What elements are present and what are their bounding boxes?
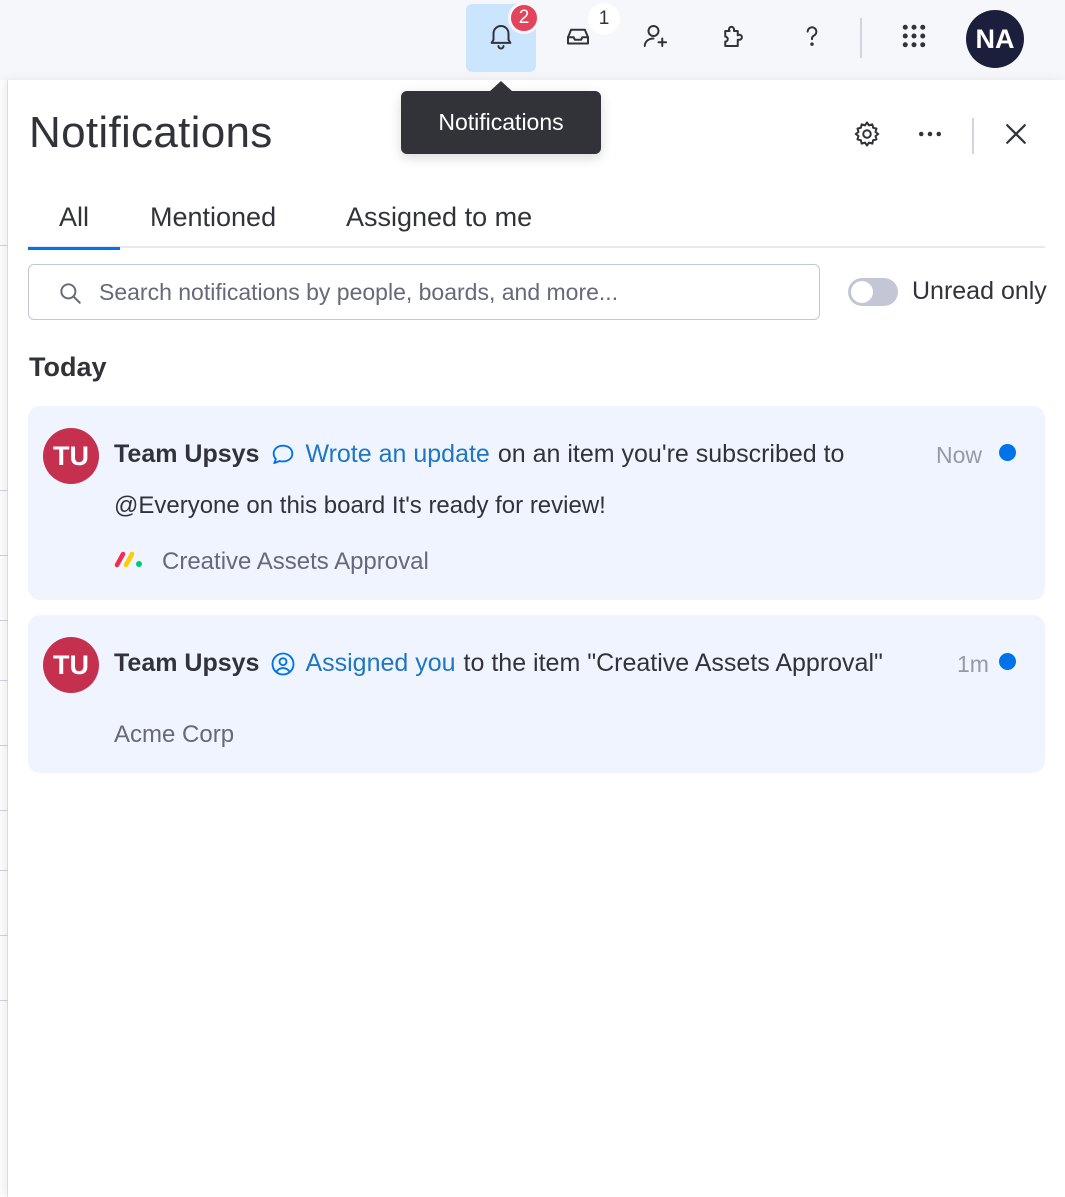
user-circle-icon bbox=[269, 650, 297, 678]
unread-only-toggle[interactable] bbox=[848, 278, 898, 306]
background-board-edge bbox=[0, 80, 8, 1197]
author-avatar[interactable]: TU bbox=[43, 637, 99, 693]
apps-grid-button[interactable] bbox=[879, 4, 949, 72]
author-name[interactable]: Team Upsys bbox=[114, 649, 259, 678]
notification-card[interactable]: TU Team Upsys Assigned you to the item "… bbox=[28, 615, 1045, 773]
more-options-button[interactable] bbox=[912, 118, 948, 154]
notification-time: 1m bbox=[957, 651, 989, 677]
notification-time: Now bbox=[936, 442, 983, 468]
notification-settings-button[interactable] bbox=[849, 118, 885, 154]
notification-headline: Team Upsys Wrote an update on an item yo… bbox=[114, 440, 844, 469]
section-today-title: Today bbox=[29, 352, 107, 382]
unread-only-label: Unread only bbox=[912, 277, 1047, 305]
topbar-divider bbox=[860, 18, 862, 58]
notifications-tooltip: Notifications bbox=[401, 81, 601, 154]
comment-icon bbox=[269, 441, 297, 469]
author-name[interactable]: Team Upsys bbox=[114, 440, 259, 469]
close-panel-button[interactable] bbox=[998, 118, 1034, 154]
author-avatar[interactable]: TU bbox=[43, 428, 99, 484]
notifications-panel: Notifications All Mentioned Assigned to … bbox=[8, 80, 1065, 1197]
user-avatar[interactable]: NA bbox=[966, 10, 1024, 68]
search-input[interactable] bbox=[99, 265, 809, 319]
notification-action-text: on an item you're subscribed to bbox=[497, 440, 845, 468]
puzzle-icon bbox=[719, 21, 749, 56]
more-horizontal-icon bbox=[915, 119, 945, 154]
notification-action-link[interactable]: Wrote an update bbox=[305, 440, 489, 469]
invite-members-button[interactable] bbox=[621, 4, 691, 72]
panel-title: Notifications bbox=[29, 108, 273, 157]
invite-user-icon bbox=[641, 21, 671, 56]
toggle-knob bbox=[851, 281, 873, 303]
tab-mentioned[interactable]: Mentioned bbox=[150, 196, 276, 248]
gear-icon bbox=[852, 119, 882, 154]
header-divider bbox=[972, 118, 974, 154]
monday-logo-icon bbox=[114, 548, 162, 576]
board-name: Creative Assets Approval bbox=[162, 548, 429, 575]
board-link[interactable]: Creative Assets Approval bbox=[114, 548, 429, 576]
notification-action-link[interactable]: Assigned you bbox=[305, 649, 455, 678]
top-bar: 2 1 NA bbox=[0, 0, 1065, 80]
notifications-count-badge: 2 bbox=[508, 2, 540, 34]
unread-indicator[interactable] bbox=[999, 653, 1016, 670]
notification-card[interactable]: TU Team Upsys Wrote an update on an item… bbox=[28, 406, 1045, 600]
notification-action-text: to the item "Creative Assets Approval" bbox=[463, 649, 883, 677]
help-icon bbox=[797, 21, 827, 56]
search-box bbox=[28, 264, 820, 320]
help-button[interactable] bbox=[777, 4, 847, 72]
apps-marketplace-button[interactable] bbox=[699, 4, 769, 72]
notification-body: @Everyone on this board It's ready for r… bbox=[114, 492, 606, 519]
board-link[interactable]: Acme Corp bbox=[114, 721, 234, 749]
tab-assigned-to-me[interactable]: Assigned to me bbox=[346, 196, 532, 248]
notification-headline: Team Upsys Assigned you to the item "Cre… bbox=[114, 649, 883, 678]
close-icon bbox=[1001, 119, 1031, 154]
tab-all[interactable]: All bbox=[28, 196, 120, 250]
apps-grid-icon bbox=[899, 21, 929, 56]
board-name: Acme Corp bbox=[114, 721, 235, 748]
inbox-count-badge: 1 bbox=[588, 3, 620, 35]
unread-indicator[interactable] bbox=[999, 444, 1016, 461]
notification-tabs: All Mentioned Assigned to me bbox=[28, 190, 1045, 250]
